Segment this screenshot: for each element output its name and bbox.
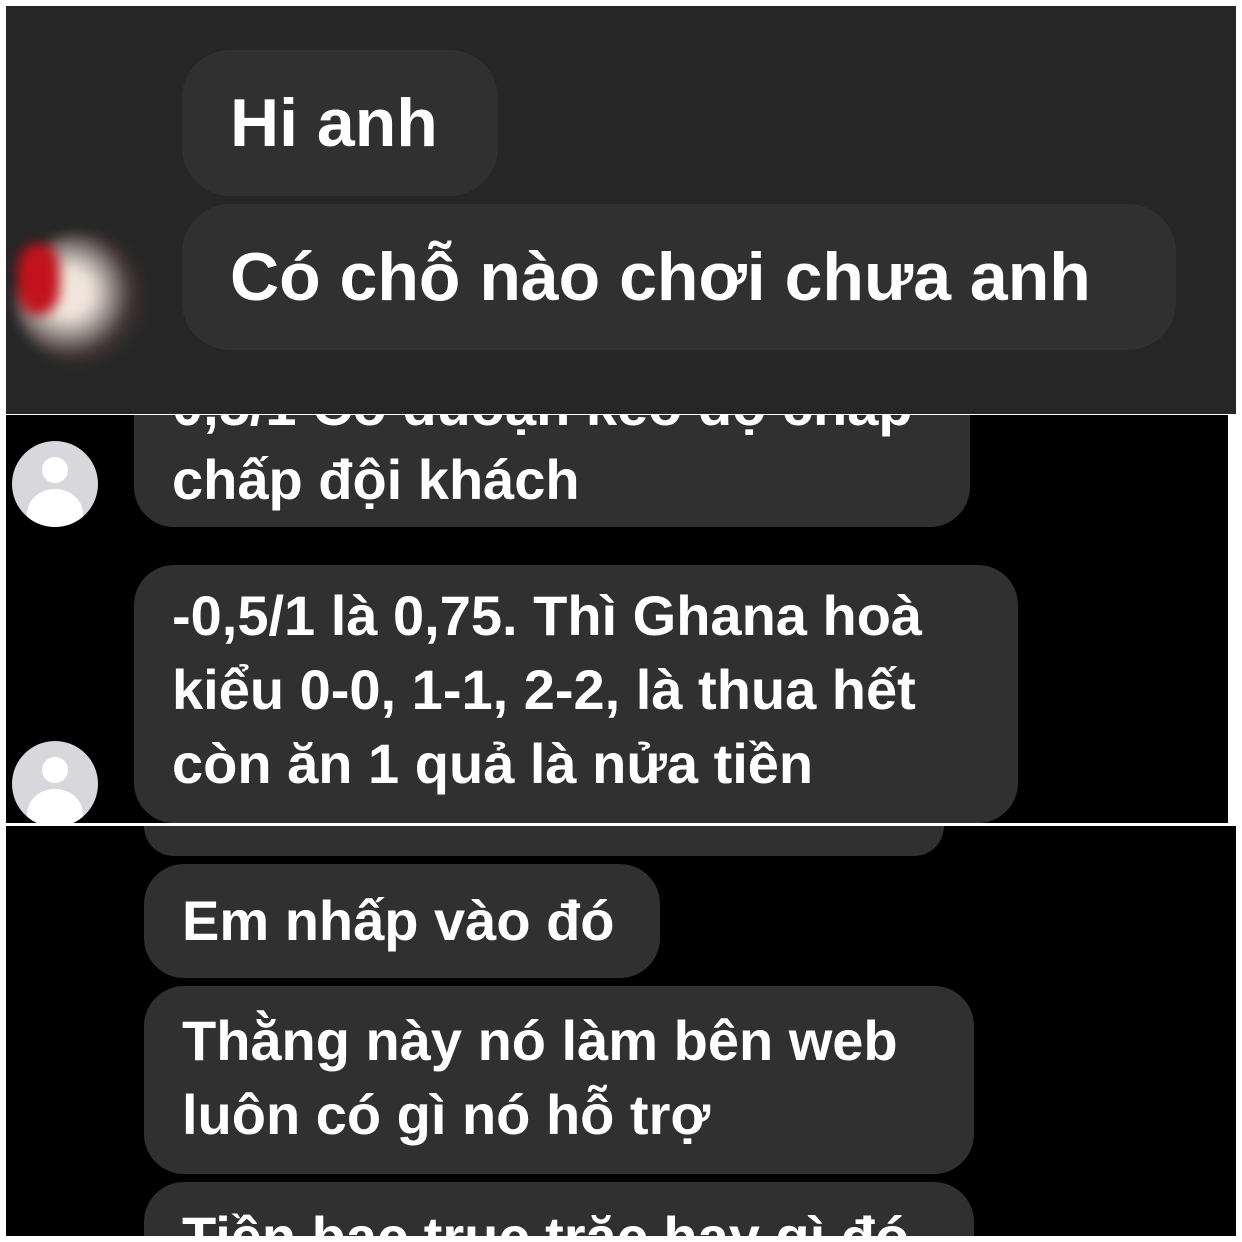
chat-panel-1: Hi anh Có chỗ nào chơi chưa anh: [6, 6, 1236, 414]
message-bubble: Thằng này nó làm bên web luôn có gì nó h…: [144, 986, 974, 1174]
message-bubble: Em nhấp vào đó: [144, 864, 660, 978]
message-line: Thằng này nó làm bên web: [182, 1009, 898, 1072]
message-line: chấp đội khách: [172, 448, 580, 511]
contact-avatar[interactable]: [12, 441, 98, 527]
chat-panel-2: 0,5/1 Có đuoạn kèo độ chấp chấp đội khác…: [6, 415, 1228, 823]
message-line: -0,5/1 là 0,75. Thì Ghana hoà: [172, 584, 923, 647]
message-bubble-partial: [144, 826, 944, 856]
message-bubble: Tiền bạc trục trặc hay gì đó: [144, 1182, 974, 1236]
message-line: 0,5/1 Có đuoạn kèo độ chấp: [172, 415, 932, 443]
message-line: Em nhấp vào đó: [182, 889, 615, 952]
message-bubble: 0,5/1 Có đuoạn kèo độ chấp chấp đội khác…: [134, 415, 970, 527]
message-line: Tiền bạc trục trặc hay gì đó: [182, 1200, 936, 1236]
chat-panel-3: Em nhấp vào đó Thằng này nó làm bên web …: [6, 826, 1236, 1236]
message-line: luôn có gì nó hỗ trợ: [182, 1083, 711, 1146]
contact-avatar[interactable]: [16, 234, 146, 364]
message-text: Hi anh: [230, 85, 438, 161]
message-text: Có chỗ nào chơi chưa anh: [230, 239, 1091, 315]
message-bubble: Có chỗ nào chơi chưa anh: [182, 204, 1176, 350]
message-bubble: -0,5/1 là 0,75. Thì Ghana hoà kiểu 0-0, …: [134, 565, 1018, 823]
person-icon: [42, 457, 68, 483]
contact-avatar[interactable]: [12, 741, 98, 823]
message-bubble: Hi anh: [182, 50, 498, 196]
message-line: kiểu 0-0, 1-1, 2-2, là thua hết: [172, 658, 916, 721]
message-line: còn ăn 1 quả là nửa tiền: [172, 732, 814, 795]
person-icon: [42, 757, 68, 783]
